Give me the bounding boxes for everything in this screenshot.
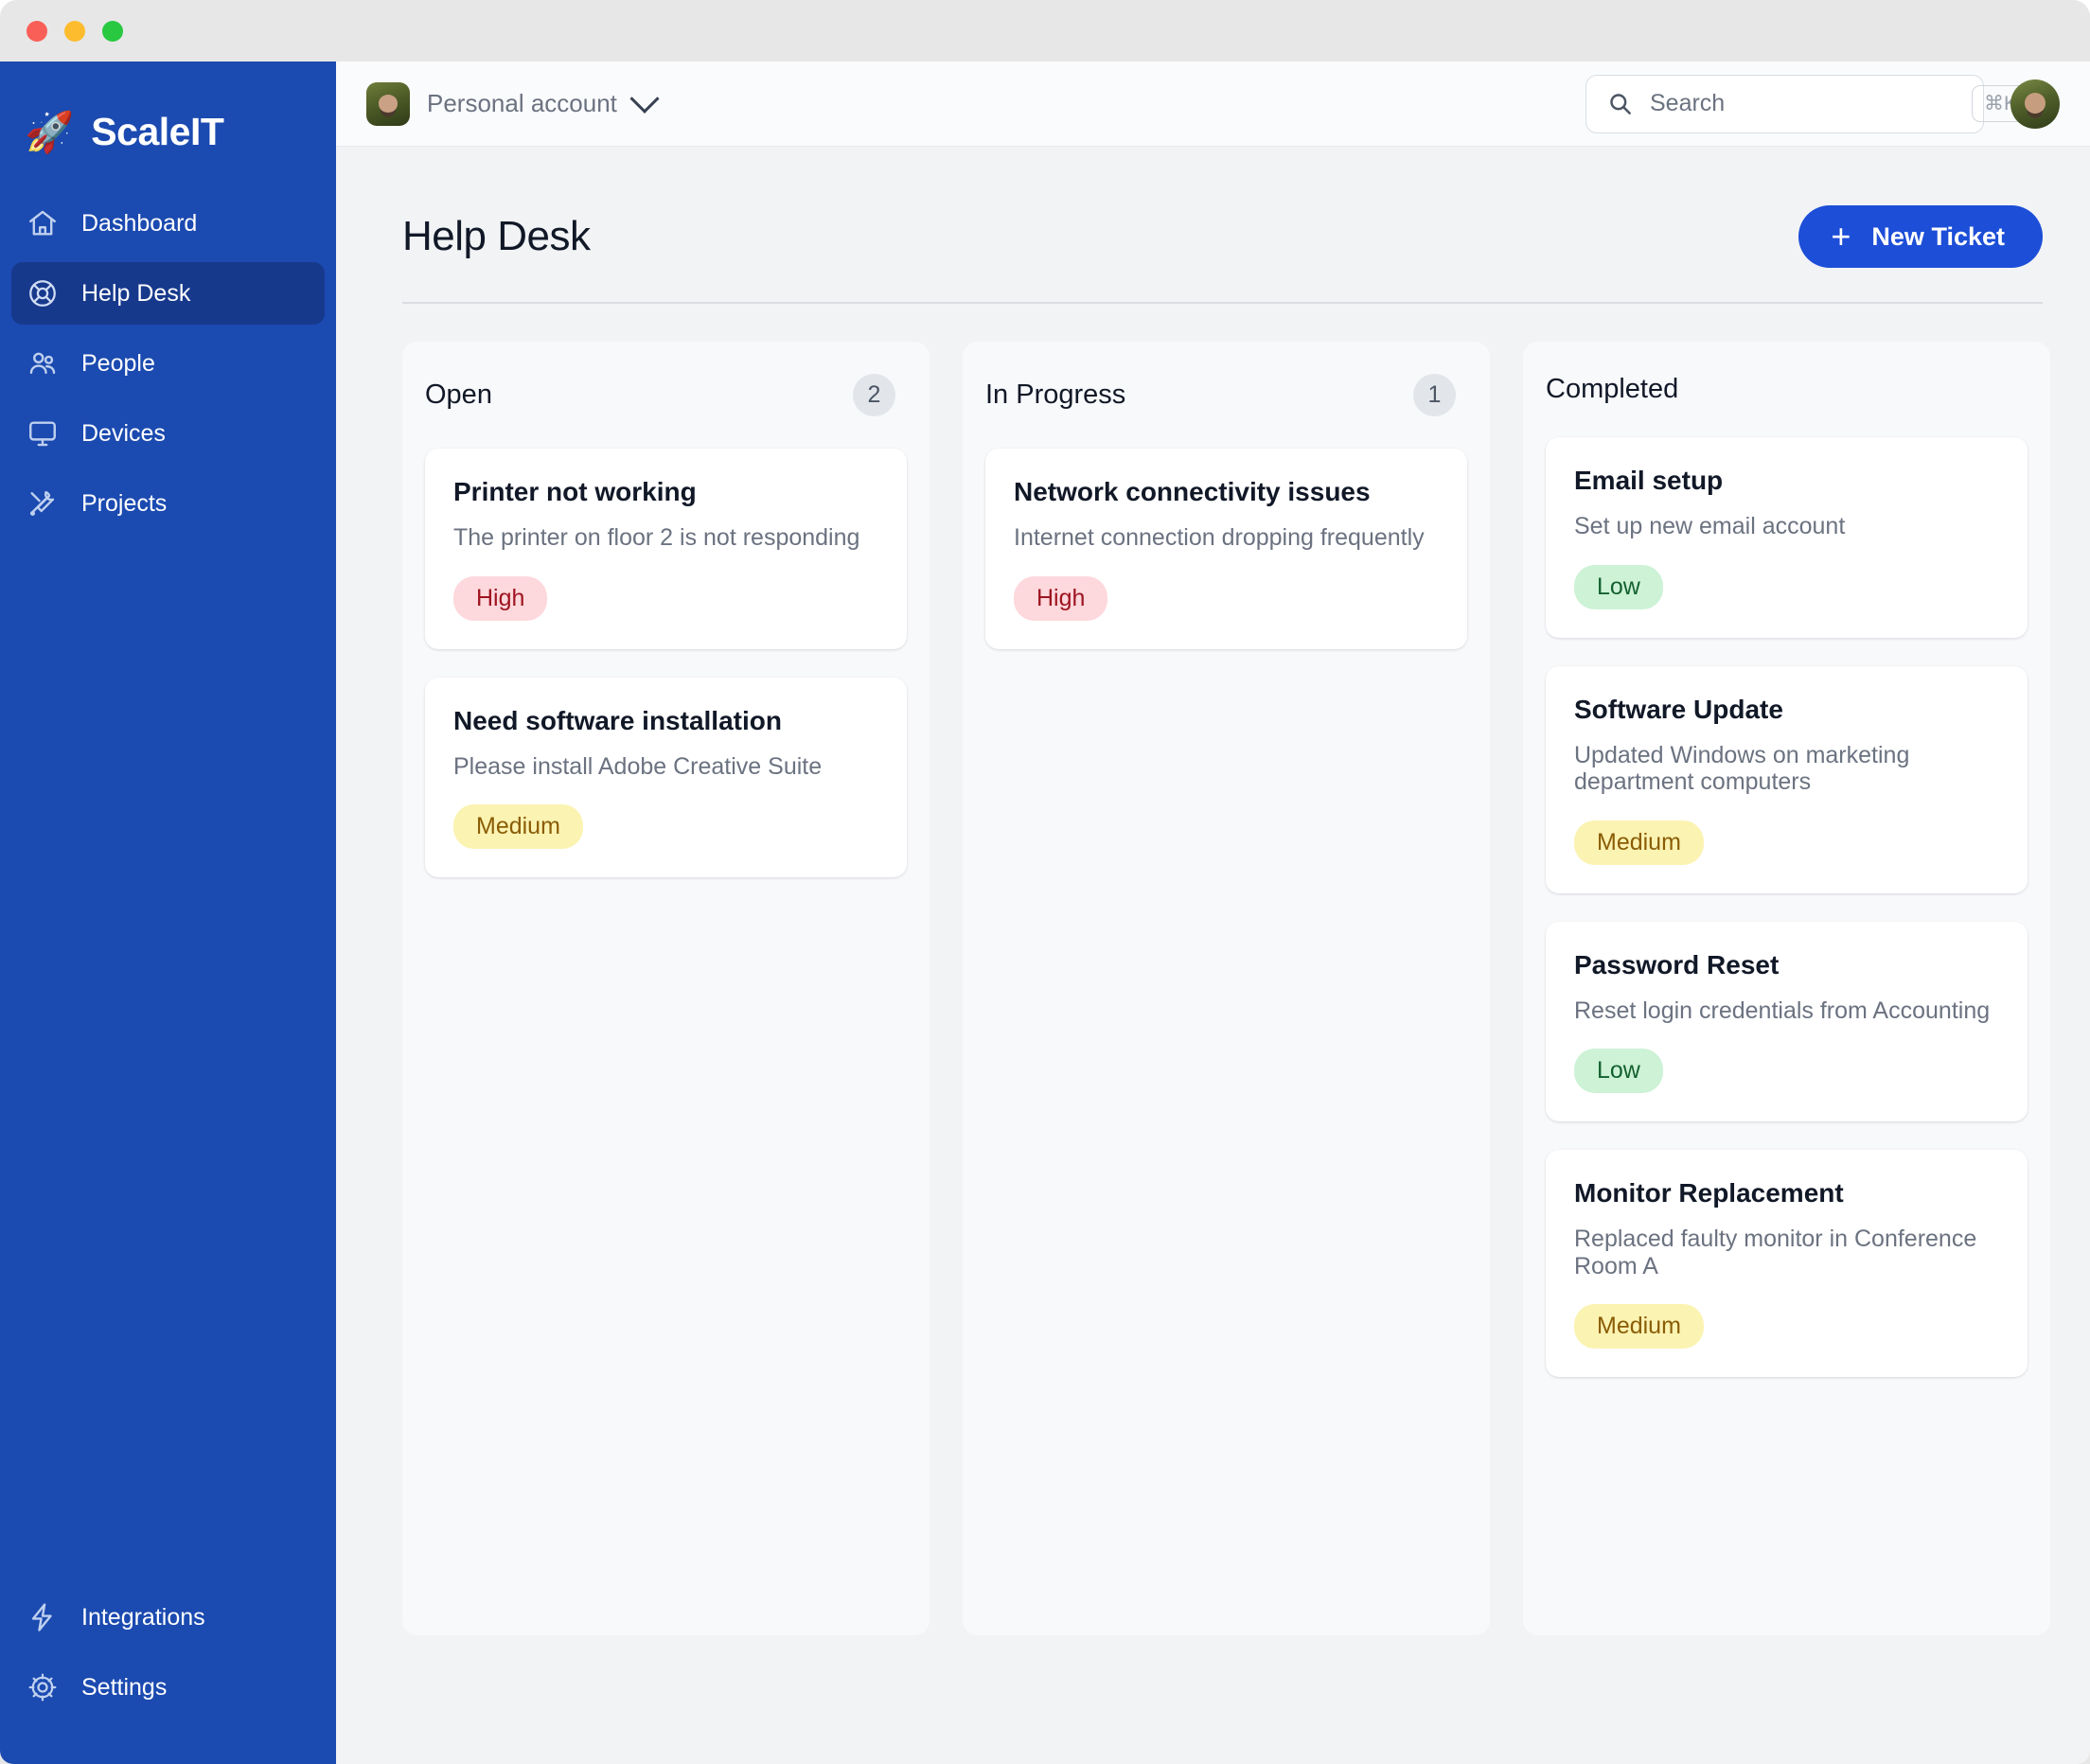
gear-icon: [27, 1671, 59, 1703]
sidebar-item-settings[interactable]: Settings: [11, 1656, 325, 1719]
brand-logo[interactable]: 🚀 ScaleIT: [0, 62, 336, 168]
new-ticket-label: New Ticket: [1871, 221, 2005, 251]
ticket-card[interactable]: Need software installation Please install…: [425, 677, 907, 877]
bolt-icon: [27, 1601, 59, 1633]
account-label: Personal account: [427, 89, 617, 117]
kanban-board: Open 2 Printer not working The printer on f…: [336, 304, 2090, 1635]
sidebar-nav: Dashboard Help Desk People Devices Proje…: [0, 192, 336, 542]
sidebar-item-help-desk[interactable]: Help Desk: [11, 262, 325, 325]
lifebuoy-icon: [27, 277, 59, 309]
priority-badge: Medium: [1574, 820, 1704, 865]
ticket-card[interactable]: Email setup Set up new email account Low: [1546, 437, 2028, 638]
kanban-column: In Progress 1 Network connectivity issues I…: [963, 342, 1490, 1635]
close-button[interactable]: [27, 20, 47, 42]
minimize-button[interactable]: [64, 20, 85, 42]
chevron-down-icon: [629, 83, 660, 114]
column-header: In Progress 1: [985, 374, 1467, 416]
kanban-column: Completed Email setup Set up new email acc…: [1523, 342, 2050, 1635]
ticket-title: Network connectivity issues: [1014, 477, 1371, 506]
sidebar-item-label: Help Desk: [81, 279, 191, 307]
window-titlebar: [0, 0, 2090, 62]
sidebar: 🚀 ScaleIT Dashboard Help Desk People Dev…: [0, 62, 336, 1764]
rocket-icon: 🚀: [25, 109, 75, 154]
column-title: Open: [425, 379, 492, 410]
column-count-badge: 1: [1413, 374, 1456, 416]
ticket-title: Need software installation: [453, 705, 782, 735]
priority-badge: Low: [1574, 564, 1663, 609]
brand-name: ScaleIT: [91, 110, 224, 153]
people-icon: [27, 347, 59, 379]
column-header: Completed: [1546, 374, 2028, 405]
sidebar-item-people[interactable]: People: [11, 332, 325, 395]
sidebar-item-label: Devices: [81, 419, 166, 447]
new-ticket-button[interactable]: + New Ticket: [1798, 205, 2043, 268]
monitor-icon: [27, 417, 59, 450]
plus-icon: +: [1831, 217, 1851, 256]
priority-badge: Low: [1574, 1049, 1663, 1093]
search-box[interactable]: ⌘K: [1585, 74, 2030, 133]
ticket-card[interactable]: Printer not working The printer on floor …: [425, 449, 907, 649]
ticket-title: Password Reset: [1574, 949, 1780, 979]
ticket-title: Software Update: [1574, 694, 1783, 724]
page-header: Help Desk + New Ticket: [336, 147, 2090, 268]
content: Help Desk + New Ticket Open 2 Printer not …: [336, 147, 2090, 1635]
sidebar-item-label: Dashboard: [81, 209, 198, 237]
main-area: Personal account ⌘K Help Desk: [336, 62, 2090, 1764]
account-switcher[interactable]: Personal account: [366, 81, 660, 126]
sidebar-item-label: Integrations: [81, 1603, 205, 1631]
ticket-description: Reset login credentials from Accounting: [1574, 997, 1991, 1024]
maximize-button[interactable]: [102, 20, 123, 42]
column-header: Open 2: [425, 374, 907, 416]
priority-badge: High: [1014, 575, 1108, 621]
tools-icon: [27, 487, 59, 520]
account-avatar: [366, 81, 410, 126]
priority-badge: Medium: [1574, 1304, 1704, 1349]
kanban-column: Open 2 Printer not working The printer on f…: [402, 342, 930, 1635]
column-title: In Progress: [985, 379, 1126, 410]
priority-badge: High: [453, 575, 548, 621]
ticket-title: Email setup: [1574, 466, 1724, 495]
app-window: 🚀 ScaleIT Dashboard Help Desk People Dev…: [0, 0, 2090, 1764]
sidebar-item-dashboard[interactable]: Dashboard: [11, 192, 325, 255]
ticket-description: Internet connection dropping frequently: [1014, 524, 1425, 551]
top-bar-right: ⌘K: [1585, 74, 2060, 133]
column-title: Completed: [1546, 374, 1679, 404]
priority-badge: Medium: [453, 804, 583, 849]
column-count-badge: 2: [853, 374, 895, 416]
sidebar-item-integrations[interactable]: Integrations: [11, 1586, 325, 1649]
ticket-card[interactable]: Monitor Replacement Replaced faulty monit…: [1546, 1150, 2028, 1377]
top-bar: Personal account ⌘K: [336, 62, 2090, 147]
search-icon: [1607, 91, 1633, 116]
page-title: Help Desk: [402, 213, 591, 259]
user-avatar[interactable]: [2010, 79, 2060, 129]
sidebar-bottom-nav: Integrations Settings: [0, 1586, 336, 1764]
ticket-card[interactable]: Password Reset Reset login credentials fr…: [1546, 921, 2028, 1121]
home-icon: [27, 207, 59, 239]
ticket-description: Replaced faulty monitor in Conference Ro…: [1574, 1226, 1977, 1279]
ticket-title: Printer not working: [453, 477, 697, 506]
sidebar-item-label: People: [81, 349, 155, 377]
search-input[interactable]: [1650, 90, 1955, 117]
ticket-card[interactable]: Software Update Updated Windows on market…: [1546, 665, 2028, 893]
ticket-title: Monitor Replacement: [1574, 1178, 1844, 1208]
ticket-description: Set up new email account: [1574, 513, 1846, 539]
ticket-description: Please install Adobe Creative Suite: [453, 752, 823, 780]
sidebar-item-devices[interactable]: Devices: [11, 402, 325, 465]
sidebar-item-projects[interactable]: Projects: [11, 472, 325, 535]
ticket-description: Updated Windows on marketing department …: [1574, 741, 1910, 796]
ticket-description: The printer on floor 2 is not responding: [453, 524, 860, 551]
sidebar-item-label: Projects: [81, 489, 168, 517]
sidebar-item-label: Settings: [81, 1673, 168, 1701]
ticket-card[interactable]: Network connectivity issues Internet conn…: [985, 449, 1467, 649]
